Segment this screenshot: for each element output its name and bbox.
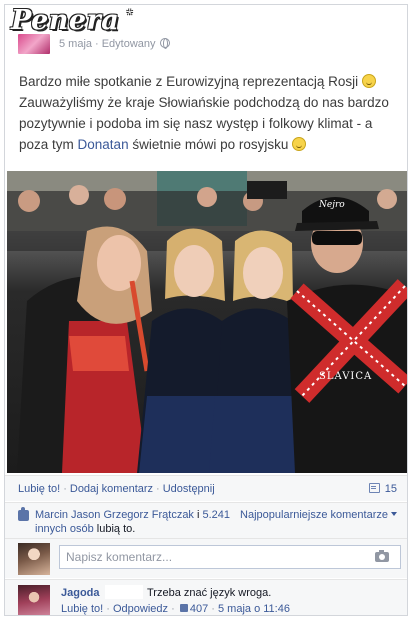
comment-like-button[interactable]: Lubię to! xyxy=(61,603,103,615)
thumbs-up-icon xyxy=(179,604,188,612)
logo-star-icon: * xyxy=(127,6,133,22)
globe-icon[interactable] xyxy=(159,38,170,49)
embroidery xyxy=(69,336,129,371)
comment-author[interactable]: Jagoda xyxy=(61,587,100,599)
meta-separator: · xyxy=(95,38,99,50)
action-separator: · xyxy=(156,483,160,495)
meta-separator: · xyxy=(211,603,215,615)
smile-icon xyxy=(292,137,307,151)
like-button[interactable]: Lubię to! xyxy=(18,483,60,495)
mention-link[interactable]: Donatan xyxy=(78,137,129,152)
comment-like-count[interactable]: 407 xyxy=(190,603,208,615)
edited-label[interactable]: Edytowany xyxy=(102,38,156,50)
action-bar: Lubię to! · Dodaj komentarz · Udostępnij 15 xyxy=(5,475,407,501)
share-count[interactable]: 15 xyxy=(368,476,397,502)
likes-connector: i xyxy=(193,509,203,521)
comment-timestamp[interactable]: 5 maja o 11:46 xyxy=(218,603,290,615)
chevron-down-icon xyxy=(391,512,397,516)
liker-names[interactable]: Marcin Jason Grzegorz Frątczak xyxy=(35,509,194,521)
likes-suffix: lubią to. xyxy=(93,523,136,535)
blue-skirt-3 xyxy=(209,396,302,473)
crowd-face xyxy=(104,188,126,210)
cap-text: Nejro xyxy=(318,200,345,210)
sunglasses xyxy=(312,231,362,245)
face-girl-3 xyxy=(243,247,283,299)
add-comment-button[interactable]: Dodaj komentarz xyxy=(70,483,153,495)
comment-text: Trzeba znać język wroga. xyxy=(147,587,272,599)
camera-icon[interactable] xyxy=(375,550,389,562)
post-card: Penera * 5 maja · Edytowany Bardzo miłe sp… xyxy=(4,4,408,616)
shirt-text: SLAVICA xyxy=(319,371,372,382)
camera-equipment xyxy=(247,181,287,199)
meta-separator: · xyxy=(106,603,110,615)
post-text-part3: świetnie mówi po rosyjsku xyxy=(128,137,293,152)
meta-separator: · xyxy=(171,603,175,615)
post-meta: 5 maja · Edytowany xyxy=(59,38,170,50)
share-count-value: 15 xyxy=(384,483,397,495)
comment-meta: Lubię to! · Odpowiedz · 407 · 5 maja o 1… xyxy=(61,603,290,615)
post-header: Penera * 5 maja · Edytowany xyxy=(5,5,407,59)
action-separator: · xyxy=(63,483,67,495)
page-logo[interactable]: Penera xyxy=(11,6,127,36)
comment-sort-dropdown[interactable]: Najpopularniejsze komentarze xyxy=(240,508,397,522)
photo-illustration: Nejro SLAVICA xyxy=(7,171,407,473)
comment-composer xyxy=(5,538,407,578)
crowd-face xyxy=(69,185,89,205)
face-girl-2 xyxy=(174,245,214,297)
crowd-face xyxy=(18,190,40,212)
likes-row: Marcin Jason Grzegorz Frątczak i 5.241 i… xyxy=(5,502,407,538)
page-avatar[interactable] xyxy=(18,34,50,54)
redaction-box xyxy=(105,585,143,599)
post-photo[interactable]: Nejro SLAVICA xyxy=(7,171,407,473)
share-count-icon xyxy=(368,483,380,493)
crowd-face xyxy=(377,189,397,209)
thumbs-up-icon xyxy=(18,507,29,521)
share-button[interactable]: Udostępnij xyxy=(163,483,215,495)
smile-icon xyxy=(361,74,376,88)
post-date[interactable]: 5 maja xyxy=(59,38,92,50)
comment-reply-button[interactable]: Odpowiedz xyxy=(113,603,168,615)
viewer-avatar xyxy=(18,543,50,575)
crowd-face xyxy=(197,187,217,207)
sort-label: Najpopularniejsze komentarze xyxy=(240,509,388,521)
comment-input[interactable] xyxy=(59,545,401,569)
likes-summary: Marcin Jason Grzegorz Frątczak i 5.241 i… xyxy=(35,508,245,536)
post-text-part1: Bardzo miłe spotkanie z Eurowizyjną repr… xyxy=(19,74,362,89)
post-message: Bardzo miłe spotkanie z Eurowizyjną repr… xyxy=(19,71,399,155)
comment-item: Jagoda Trzeba znać język wroga. Lubię to… xyxy=(5,579,407,615)
commenter-avatar[interactable] xyxy=(18,585,50,615)
